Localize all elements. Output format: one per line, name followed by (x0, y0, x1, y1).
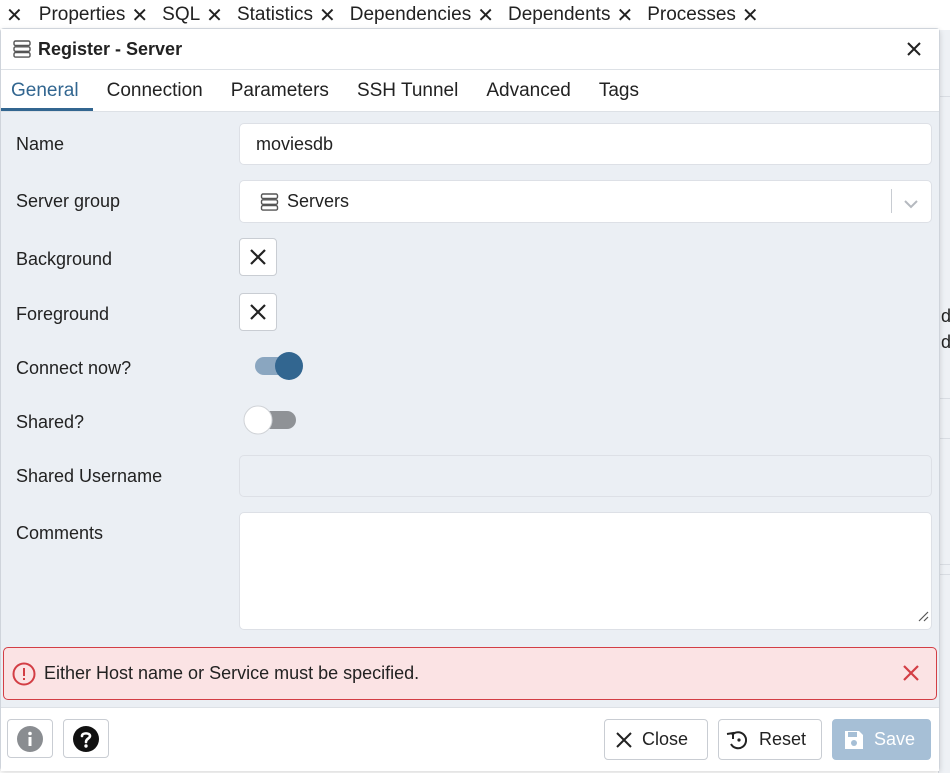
background-color-picker[interactable] (239, 238, 277, 276)
close-icon[interactable] (902, 664, 920, 687)
divider (939, 96, 950, 97)
reset-button-label: Reset (759, 729, 807, 749)
register-server-dialog: Register - Server General Connection Par… (0, 28, 940, 771)
close-button[interactable]: Close (604, 719, 708, 760)
error-icon (12, 662, 36, 686)
close-icon[interactable]: ✕ (319, 3, 336, 28)
save-icon (843, 729, 865, 751)
shared-toggle[interactable] (242, 404, 300, 441)
tab-advanced[interactable]: Advanced (472, 70, 585, 111)
close-icon[interactable]: ✕ (742, 3, 759, 28)
divider (939, 564, 950, 565)
foreground-label: Foreground (16, 304, 110, 324)
close-icon (615, 731, 633, 749)
shared-username-label: Shared Username (16, 466, 163, 486)
connect-now-toggle[interactable] (254, 351, 306, 388)
server-icon (12, 39, 32, 59)
background-tab-strip: ✕ Properties ✕ SQL ✕ Statistics ✕ Depend… (0, 0, 950, 30)
shared-username-input[interactable] (239, 455, 932, 497)
clear-icon (250, 304, 266, 320)
tab-parameters[interactable]: Parameters (217, 70, 343, 111)
name-value: moviesdb (256, 133, 334, 154)
chevron-down-icon[interactable] (903, 194, 919, 215)
tab-connection[interactable]: Connection (93, 70, 217, 111)
servers-icon (260, 192, 279, 212)
tab-dependents[interactable]: Dependents (508, 4, 610, 26)
reset-button[interactable]: Reset (718, 719, 822, 760)
resize-grip-icon[interactable] (917, 609, 929, 627)
dialog-title: Register - Server (38, 38, 183, 59)
tab-statistics[interactable]: Statistics (237, 4, 313, 26)
help-button[interactable] (63, 719, 109, 758)
divider (939, 438, 950, 439)
divider (939, 574, 950, 575)
save-button-label: Save (874, 729, 916, 749)
dialog-tabs: General Connection Parameters SSH Tunnel… (1, 70, 939, 112)
tab-dependencies[interactable]: Dependencies (350, 4, 471, 26)
server-group-select[interactable]: Servers (239, 180, 932, 223)
info-icon (17, 725, 43, 752)
shared-label: Shared? (16, 412, 85, 432)
background-text: d (941, 306, 950, 326)
clear-icon (250, 249, 266, 265)
foreground-color-picker[interactable] (239, 293, 277, 331)
info-button[interactable] (7, 719, 53, 758)
select-separator (891, 189, 892, 213)
close-icon[interactable]: ✕ (6, 3, 23, 28)
save-button[interactable]: Save (832, 719, 931, 760)
dialog-titlebar[interactable]: Register - Server (1, 29, 939, 70)
dialog-footer: Close Reset Save (1, 707, 939, 771)
name-label: Name (16, 134, 65, 154)
tab-tags[interactable]: Tags (585, 70, 653, 111)
server-group-value: Servers (287, 191, 350, 211)
close-icon[interactable]: ✕ (616, 3, 633, 28)
connect-now-label: Connect now? (16, 358, 132, 378)
tab-sql[interactable]: SQL (162, 4, 200, 26)
comments-textarea[interactable] (239, 512, 932, 630)
error-alert: Either Host name or Service must be spec… (3, 647, 937, 700)
error-message: Either Host name or Service must be spec… (44, 663, 420, 683)
tab-ssh-tunnel[interactable]: SSH Tunnel (343, 70, 472, 111)
tab-general[interactable]: General (1, 70, 93, 111)
divider (939, 398, 950, 399)
close-icon[interactable] (903, 38, 925, 60)
close-button-label: Close (642, 729, 689, 749)
close-icon[interactable]: ✕ (206, 3, 223, 28)
name-input[interactable]: moviesdb (239, 123, 932, 165)
tab-properties[interactable]: Properties (39, 4, 126, 26)
reset-icon (726, 729, 750, 751)
help-icon (73, 725, 99, 752)
comments-label: Comments (16, 523, 104, 543)
close-icon[interactable]: ✕ (131, 3, 148, 28)
tab-processes[interactable]: Processes (647, 4, 736, 26)
close-icon[interactable]: ✕ (477, 3, 494, 28)
background-label: Background (16, 249, 113, 269)
background-text: d (941, 332, 950, 352)
server-group-label: Server group (16, 191, 121, 211)
